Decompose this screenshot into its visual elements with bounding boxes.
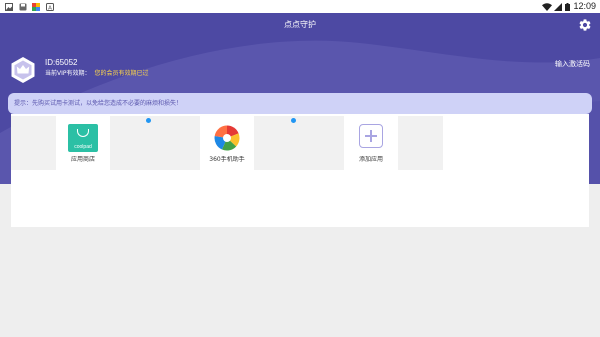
signal-icon xyxy=(554,3,562,11)
empty-slot xyxy=(155,116,200,170)
vip-expiry-value: 您的会员有效期已过 xyxy=(94,70,149,77)
app-card-store[interactable]: coolpad 应用商店 xyxy=(56,116,110,170)
notice-text: 提示：先购买试用卡测试，以免给您造成不必要的麻烦和损失！ xyxy=(14,100,183,107)
notification-badge xyxy=(291,118,296,123)
android-icon: A xyxy=(46,3,54,11)
wifi-icon xyxy=(542,3,552,11)
vip-status: 当前VIP有效期： 您的会员有效期已过 xyxy=(45,70,149,78)
empty-slot xyxy=(398,116,443,170)
battery-icon xyxy=(565,3,570,11)
save-icon xyxy=(19,3,27,11)
app-label: 应用商店 xyxy=(70,156,95,163)
user-id: ID:65052 xyxy=(45,58,78,67)
notification-badge xyxy=(146,118,151,123)
empty-slot xyxy=(11,116,56,170)
app-label: 360手机助手 xyxy=(209,156,245,163)
add-app-icon xyxy=(359,124,383,148)
app-icon xyxy=(32,3,40,11)
360-assistant-icon xyxy=(214,125,240,151)
page-title: 点点守护 xyxy=(284,20,316,29)
avatar xyxy=(11,57,35,83)
app-card-360[interactable]: 360手机助手 xyxy=(200,116,254,170)
coolpad-icon-text: coolpad xyxy=(74,144,92,150)
app-label: 添加应用 xyxy=(358,156,383,163)
vip-label: 当前VIP有效期： xyxy=(45,70,91,77)
coolpad-app-icon: coolpad xyxy=(68,124,98,152)
notice-banner: 提示：先购买试用卡测试，以免给您造成不必要的麻烦和损失！ xyxy=(8,93,592,114)
empty-slot xyxy=(110,116,155,170)
apps-panel: coolpad 应用商店 360手机助手 添加应用 xyxy=(11,114,589,227)
svg-text:A: A xyxy=(48,5,52,11)
gear-icon[interactable] xyxy=(578,18,592,32)
picture-icon xyxy=(5,3,13,11)
clock: 12:09 xyxy=(573,1,596,11)
activation-code-button[interactable]: 输入激活码 xyxy=(555,60,590,69)
app-card-add[interactable]: 添加应用 xyxy=(344,116,398,170)
empty-slot xyxy=(254,116,299,170)
empty-slot xyxy=(299,116,344,170)
status-bar: A 12:09 xyxy=(0,0,600,13)
